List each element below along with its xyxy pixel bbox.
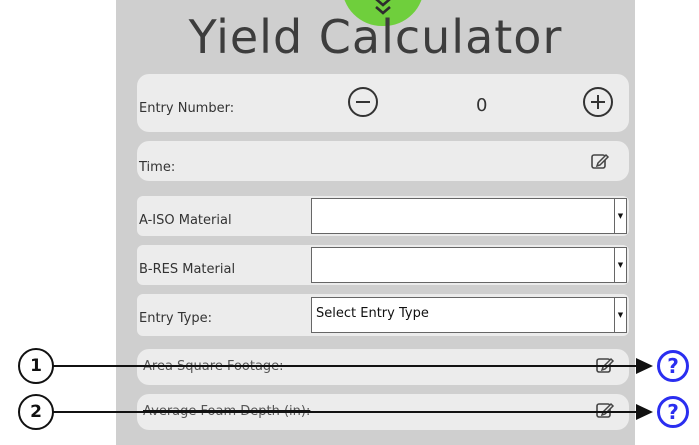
entry-type-value: Select Entry Type: [316, 306, 429, 321]
a-iso-select[interactable]: ▼: [311, 198, 627, 234]
entry-number-label: Entry Number:: [139, 101, 235, 116]
help-icon[interactable]: ?: [657, 396, 689, 428]
help-icon[interactable]: ?: [657, 350, 689, 382]
edit-icon[interactable]: [595, 400, 615, 420]
b-res-row: B-RES Material ▼: [137, 245, 629, 285]
page-title: Yield Calculator: [188, 10, 563, 64]
entry-type-dropdown-icon[interactable]: ▼: [614, 298, 626, 332]
entry-type-row: Entry Type: Select Entry Type ▼: [137, 294, 629, 336]
minus-circle-icon: [356, 101, 370, 103]
entry-type-select[interactable]: Select Entry Type ▼: [311, 297, 627, 333]
a-iso-row: A-ISO Material ▼: [137, 196, 629, 236]
callout-marker-1: 1: [18, 348, 54, 384]
b-res-label: B-RES Material: [139, 262, 236, 277]
b-res-dropdown-icon[interactable]: ▼: [614, 248, 626, 282]
decrement-button[interactable]: [348, 87, 378, 117]
entry-number-value: 0: [476, 95, 488, 116]
foam-depth-row[interactable]: Average Foam Depth (in):: [137, 394, 629, 430]
a-iso-dropdown-icon[interactable]: ▼: [614, 199, 626, 233]
edit-icon[interactable]: [590, 151, 610, 171]
b-res-select[interactable]: ▼: [311, 247, 627, 283]
entry-type-label: Entry Type:: [139, 311, 212, 326]
a-iso-label: A-ISO Material: [139, 213, 232, 228]
entry-number-row: Entry Number: 0: [137, 74, 629, 132]
increment-button[interactable]: [583, 87, 613, 117]
area-label: Area Square Footage:: [143, 359, 284, 374]
area-row[interactable]: Area Square Footage:: [137, 349, 629, 385]
callout-marker-2: 2: [18, 394, 54, 430]
time-label: Time:: [139, 160, 176, 175]
edit-icon[interactable]: [595, 355, 615, 375]
plus-circle-icon: [591, 95, 605, 109]
time-row[interactable]: Time:: [137, 141, 629, 181]
foam-depth-label: Average Foam Depth (in):: [143, 404, 311, 419]
